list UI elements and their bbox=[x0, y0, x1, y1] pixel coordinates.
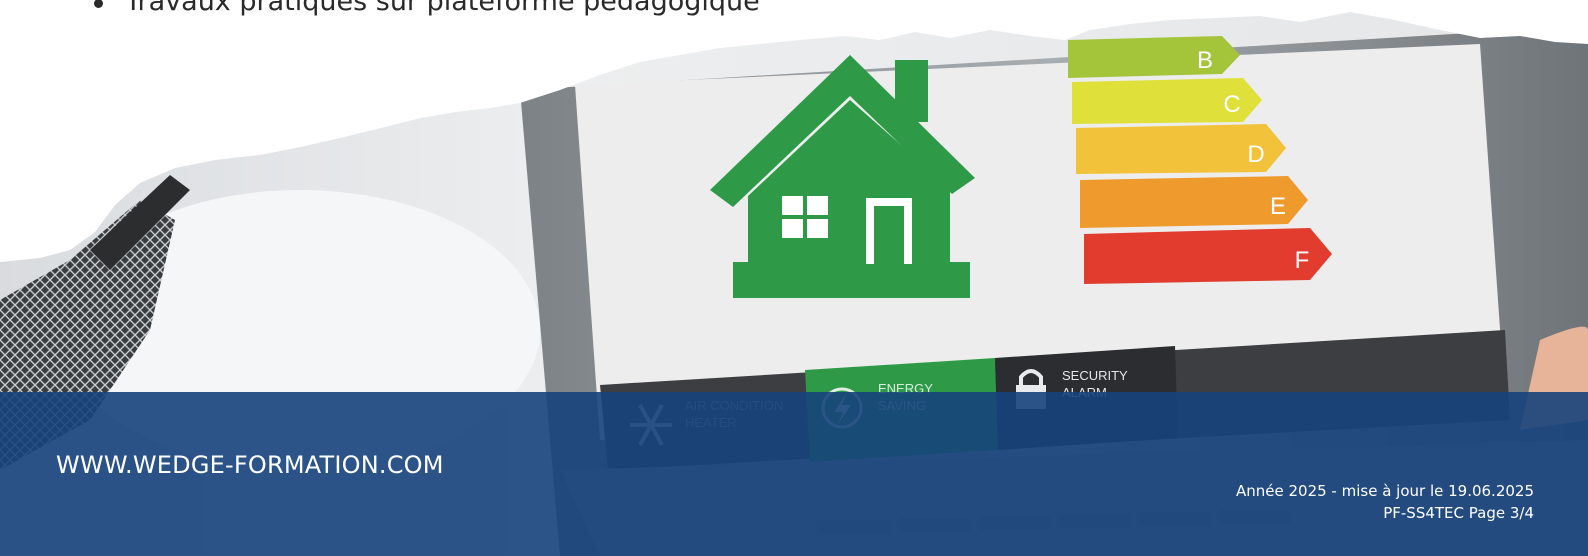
grade-label-f: F bbox=[1295, 247, 1310, 274]
grade-label-c: C bbox=[1223, 91, 1240, 118]
grade-label-e: E bbox=[1270, 193, 1286, 220]
grade-label-b: B bbox=[1197, 47, 1213, 74]
update-date-text: Année 2025 - mise à jour le 19.06.2025 bbox=[1235, 482, 1534, 500]
bullet-dot bbox=[94, 0, 103, 8]
menu-security-line1: SECURITY bbox=[1062, 368, 1128, 383]
page-reference-text: PF-SS4TEC Page 3/4 bbox=[1383, 504, 1534, 522]
website-link[interactable]: WWW.WEDGE-FORMATION.COM bbox=[56, 451, 444, 479]
bullet-list-item: Travaux pratiques sur plateforme pédagog… bbox=[94, 0, 760, 18]
grade-label-d: D bbox=[1247, 141, 1264, 168]
page: Travaux pratiques sur plateforme pédagog… bbox=[0, 0, 1588, 556]
bullet-text: Travaux pratiques sur plateforme pédagog… bbox=[125, 0, 760, 17]
document-meta: Année 2025 - mise à jour le 19.06.2025 P… bbox=[1236, 480, 1534, 524]
